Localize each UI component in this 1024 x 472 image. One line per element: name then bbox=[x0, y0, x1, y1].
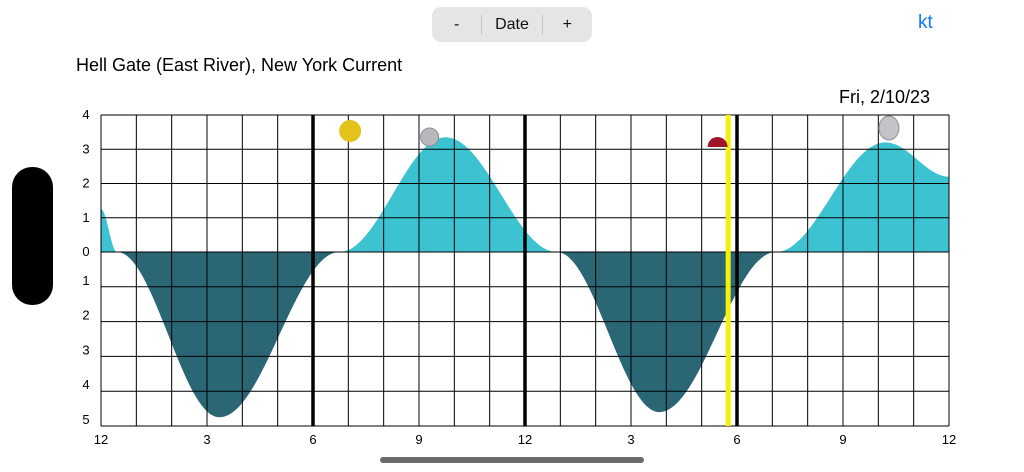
y-tick-label: 2 bbox=[82, 308, 89, 323]
y-tick-label: 4 bbox=[82, 377, 89, 392]
y-tick-label: 3 bbox=[82, 141, 89, 156]
home-indicator[interactable] bbox=[380, 457, 644, 463]
y-tick-label: 1 bbox=[82, 273, 89, 288]
date-picker-button[interactable]: Date bbox=[482, 7, 541, 42]
next-day-button[interactable]: + bbox=[543, 7, 592, 42]
x-tick-label: 3 bbox=[203, 432, 210, 447]
x-tick-label: 6 bbox=[309, 432, 316, 447]
y-tick-label: 5 bbox=[82, 412, 89, 427]
moonset-icon bbox=[878, 115, 900, 141]
y-tick-label: 3 bbox=[82, 342, 89, 357]
y-tick-label: 4 bbox=[82, 107, 89, 122]
x-tick-label: 12 bbox=[942, 432, 956, 447]
x-tick-label: 9 bbox=[839, 432, 846, 447]
previous-day-button[interactable]: - bbox=[432, 7, 481, 42]
y-tick-label: 0 bbox=[82, 244, 89, 259]
x-tick-label: 12 bbox=[94, 432, 108, 447]
station-title: Hell Gate (East River), New York Current bbox=[76, 55, 403, 75]
y-tick-label: 2 bbox=[82, 176, 89, 191]
tide-current-chart: 432101234512 3 6 9 12 3 6 9 12 bbox=[82, 107, 956, 447]
x-tick-label: 3 bbox=[627, 432, 634, 447]
x-tick-label: 9 bbox=[415, 432, 422, 447]
sun-icon bbox=[339, 120, 362, 142]
date-stepper: - Date + bbox=[432, 7, 592, 42]
y-tick-label: 1 bbox=[82, 210, 89, 225]
x-tick-label: 12 bbox=[518, 432, 532, 447]
sunset-icon bbox=[707, 137, 728, 147]
x-tick-label: 6 bbox=[733, 432, 740, 447]
moonrise-icon bbox=[420, 127, 440, 147]
unit-toggle-button[interactable]: kt bbox=[918, 12, 933, 34]
